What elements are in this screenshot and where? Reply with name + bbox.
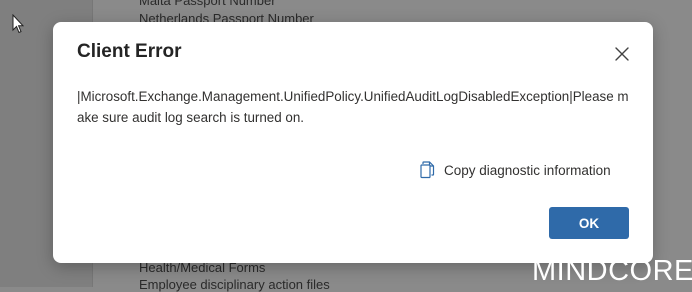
dialog-title: Client Error (77, 41, 182, 62)
close-button[interactable] (611, 43, 633, 65)
error-message: |Microsoft.Exchange.Management.UnifiedPo… (77, 89, 629, 125)
watermark-logo: MINDCORE (532, 255, 692, 287)
copy-diagnostic-label: Copy diagnostic information (444, 162, 611, 178)
background-list-item: Malta Passport Number (139, 0, 276, 8)
copy-diagnostic-button[interactable]: Copy diagnostic information (420, 161, 611, 179)
background-list-item: Employee disciplinary action files (139, 277, 330, 292)
copy-icon (420, 161, 435, 179)
close-icon (615, 47, 629, 61)
mouse-pointer-icon (12, 14, 24, 34)
client-error-dialog: Client Error |Microsoft.Exchange.Managem… (53, 22, 653, 263)
ok-button[interactable]: OK (549, 207, 629, 239)
